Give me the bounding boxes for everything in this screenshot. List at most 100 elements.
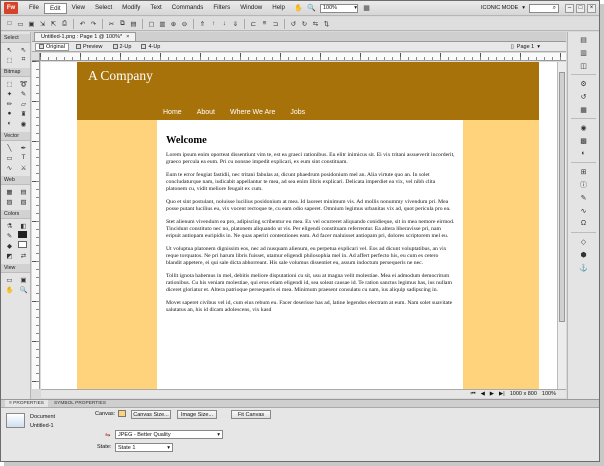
export-format-select[interactable]: JPEG - Better Quality ▾ [115, 430, 223, 439]
path-panel-icon[interactable]: ∿ [575, 205, 593, 216]
red-eye-icon[interactable]: ◉ [18, 119, 29, 128]
open-icon[interactable]: ▭ [16, 19, 25, 28]
tab-properties[interactable]: ≡ PROPERTIES [5, 400, 48, 407]
hand-icon[interactable]: ✋ [294, 4, 303, 13]
eyedropper-icon[interactable]: ⚗ [4, 221, 15, 230]
library-panel-icon[interactable]: ▦ [575, 104, 593, 115]
send-back-icon[interactable]: ⇓ [231, 19, 240, 28]
line-tool-icon[interactable]: ╲ [4, 143, 15, 152]
history-panel-icon[interactable]: ↺ [575, 91, 593, 102]
flip-h-icon[interactable]: ⇆ [311, 19, 320, 28]
new-icon[interactable]: □ [5, 19, 14, 28]
image-size-button[interactable]: Image Size... [177, 410, 217, 419]
pencil-tool-icon[interactable]: ✏ [4, 99, 15, 108]
subselect-tool-icon[interactable]: ⇖ [18, 45, 29, 54]
swatches-panel-icon[interactable]: ▩ [575, 135, 593, 146]
save-icon[interactable]: ▣ [27, 19, 36, 28]
document-tab[interactable]: Untitled-1.png : Page 1 @ 100%* × [34, 32, 137, 41]
align-right-icon[interactable]: ⊐ [271, 19, 280, 28]
default-colors-icon[interactable]: ◩ [4, 251, 15, 260]
split-icon[interactable]: ⊖ [180, 19, 189, 28]
zoom-select[interactable]: 100% ▾ [320, 3, 358, 13]
pages-panel-icon[interactable]: ▤ [575, 34, 593, 45]
cut-icon[interactable]: ✂ [107, 19, 116, 28]
send-backward-icon[interactable]: ↓ [220, 19, 229, 28]
prev-frame-icon[interactable]: ◀ [481, 391, 485, 397]
lasso-tool-icon[interactable]: ➰ [18, 79, 29, 88]
menu-window[interactable]: Window [235, 3, 267, 14]
info-panel-icon[interactable]: ⓘ [575, 179, 593, 190]
view-2up-button[interactable]: 2-Up [110, 43, 135, 51]
hide-slices-icon[interactable]: ▨ [4, 197, 15, 206]
undo-icon[interactable]: ↶ [78, 19, 87, 28]
scale-tool-icon[interactable]: ⬚ [4, 55, 15, 64]
export-icon[interactable]: ⇱ [49, 19, 58, 28]
show-slices-icon[interactable]: ▧ [18, 197, 29, 206]
rotate-ccw-icon[interactable]: ↺ [289, 19, 298, 28]
ungroup-icon[interactable]: ▥ [158, 19, 167, 28]
menu-help[interactable]: Help [267, 3, 290, 14]
menu-filters[interactable]: Filters [208, 3, 235, 14]
magic-wand-icon[interactable]: ✦ [4, 89, 15, 98]
menu-view[interactable]: View [67, 3, 90, 14]
paint-bucket-icon[interactable]: ◧ [18, 221, 29, 230]
view-original-button[interactable]: Original [35, 42, 69, 51]
full-screen-icon[interactable]: ▣ [18, 275, 29, 284]
symbols-panel-icon[interactable]: ⬢ [575, 249, 593, 260]
redo-icon[interactable]: ↷ [89, 19, 98, 28]
workspace-mode[interactable]: ICONIC MODE ▾ ⌕ [481, 3, 559, 13]
color-mixer-icon[interactable]: ◐ [575, 148, 593, 159]
layers-panel-icon[interactable]: ◫ [575, 60, 593, 71]
state-select[interactable]: State 1 ▾ [115, 443, 173, 452]
first-frame-icon[interactable]: ⏮ [471, 391, 476, 398]
paste-icon[interactable]: ▤ [129, 19, 138, 28]
slice-tool-icon[interactable]: ▤ [18, 187, 29, 196]
rectangle-tool-icon[interactable]: ▭ [4, 153, 15, 162]
close-button[interactable]: × [587, 3, 596, 13]
zoom-tool-icon[interactable]: 🔍 [18, 285, 29, 294]
states-panel-icon[interactable]: ▥ [575, 47, 593, 58]
marquee-tool-icon[interactable]: ⬚ [4, 79, 15, 88]
bring-front-icon[interactable]: ⇑ [198, 19, 207, 28]
freeform-tool-icon[interactable]: ∿ [4, 163, 15, 172]
auto-shape-icon[interactable]: ◇ [575, 236, 593, 247]
vertical-scrollbar[interactable] [557, 62, 566, 389]
copy-icon[interactable]: ⧉ [118, 19, 127, 28]
align-center-icon[interactable]: ≡ [260, 19, 269, 28]
text-tool-icon[interactable]: T [18, 153, 29, 162]
page-selector[interactable]: ▯ Page 1 ▾ [511, 44, 540, 50]
view-4up-button[interactable]: 4-Up [138, 43, 163, 51]
canvas-size-button[interactable]: Canvas Size... [131, 410, 171, 419]
styles-panel-icon[interactable]: ◉ [575, 122, 593, 133]
fill-color-icon[interactable]: ◆ [4, 241, 15, 250]
flip-v-icon[interactable]: ⇅ [322, 19, 331, 28]
play-icon[interactable]: ▶ [490, 391, 494, 397]
search-input[interactable]: ⌕ [529, 3, 559, 13]
pointer-tool-icon[interactable]: ↖ [4, 45, 15, 54]
next-frame-icon[interactable]: ▶| [499, 391, 505, 397]
fill-swatch[interactable] [18, 241, 27, 248]
menu-text[interactable]: Text [145, 3, 166, 14]
menu-modify[interactable]: Modify [117, 3, 145, 14]
stroke-swatch[interactable] [18, 231, 27, 238]
url-panel-icon[interactable]: ⚓ [575, 262, 593, 273]
pen-tool-icon[interactable]: ✒ [18, 143, 29, 152]
canvas-color-swatch[interactable] [118, 410, 126, 417]
crop-tool-icon[interactable]: ⌗ [18, 55, 29, 64]
rotate-cw-icon[interactable]: ↻ [300, 19, 309, 28]
join-icon[interactable]: ⊕ [169, 19, 178, 28]
bring-forward-icon[interactable]: ↑ [209, 19, 218, 28]
hand-tool-icon[interactable]: ✋ [4, 285, 15, 294]
print-icon[interactable]: ⎙ [60, 19, 69, 28]
rubber-stamp-icon[interactable]: ♜ [18, 109, 29, 118]
replace-color-icon[interactable]: ◐ [4, 119, 15, 128]
zoom-icon[interactable]: 🔍 [307, 4, 316, 13]
menu-commands[interactable]: Commands [167, 3, 209, 14]
image-edit-icon[interactable]: ✎ [575, 192, 593, 203]
maximize-button[interactable]: □ [576, 3, 585, 13]
swap-colors-icon[interactable]: ⇄ [18, 251, 29, 260]
group-icon[interactable]: ▢ [147, 19, 156, 28]
minimize-button[interactable]: – [565, 3, 574, 13]
import-icon[interactable]: ⇲ [38, 19, 47, 28]
menu-edit[interactable]: Edit [43, 2, 67, 14]
